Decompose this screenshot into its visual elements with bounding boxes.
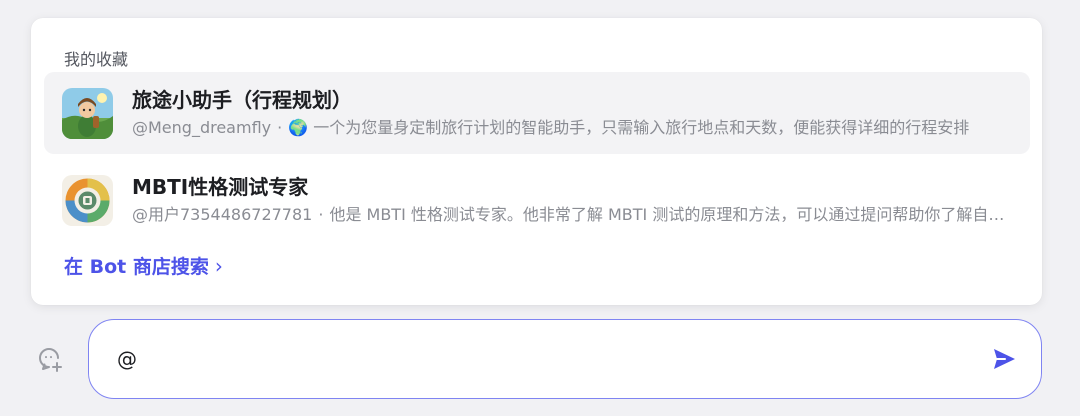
bot-name: MBTI性格测试专家 [132,175,309,199]
bot-name: 旅途小助手（行程规划） [132,88,352,112]
bot-avatar-travel [62,87,113,139]
new-chat-button[interactable] [35,345,65,375]
bot-item-travel-assistant[interactable]: 旅途小助手（行程规划） @Meng_dreamfly · 🌍 一个为您量身定制旅行计… [44,72,1030,154]
bot-avatar-mbti [62,174,113,226]
section-title-favorites: 我的收藏 [64,50,129,69]
separator-dot: · [277,118,283,137]
bot-subtitle: @Meng_dreamfly · 🌍 一个为您量身定制旅行计划的智能助手，只需输入旅… [132,117,1012,139]
globe-emoji-icon: 🌍 [288,118,309,137]
bot-item-mbti-expert[interactable]: MBTI性格测试专家 @用户7354486727781 · 他是 MBTI 性格测试… [44,159,1030,241]
send-button[interactable] [989,344,1019,374]
search-bot-store-link[interactable]: 在 Bot 商店搜索 › [64,252,223,279]
chevron-right-icon: › [214,253,223,278]
bot-subtitle: @用户7354486727781 · 他是 MBTI 性格测试专家。他非常了解 MB… [132,204,1012,226]
bot-author: @Meng_dreamfly [132,118,272,137]
separator-dot: · [318,205,324,224]
bot-author: @用户7354486727781 [132,205,313,224]
message-composer [88,319,1042,399]
bot-description: 他是 MBTI 性格测试专家。他非常了解 MBTI 测试的原理和方法，可以通过提… [329,205,1012,224]
chat-plus-icon [39,348,62,372]
store-link-label: 在 Bot 商店搜索 [64,256,209,278]
mention-popover: 我的收藏 旅途小助手（行程规划） @Meng_dreamfly · 🌍 一个为您量身… [31,18,1042,305]
bot-description: 一个为您量身定制旅行计划的智能助手，只需输入旅行地点和天数，便能获得详细的行程安… [313,118,970,137]
message-input[interactable] [117,342,957,376]
send-icon [994,349,1015,369]
